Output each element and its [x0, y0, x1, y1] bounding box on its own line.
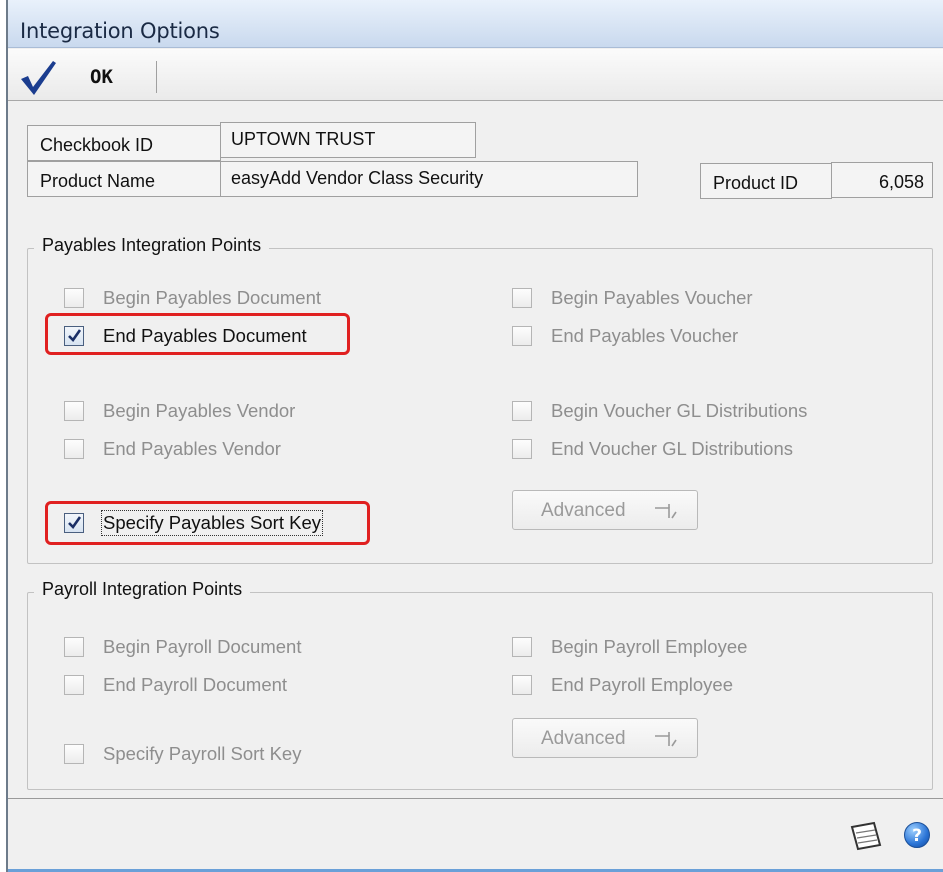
end-payroll-employee-checkbox[interactable]: End Payroll Employee	[512, 673, 733, 697]
checkbox-label: Specify Payroll Sort Key	[103, 743, 302, 764]
main-content: Checkbook ID UPTOWN TRUST Product Name e…	[8, 102, 943, 798]
checkbox-box[interactable]	[64, 744, 84, 764]
help-icon[interactable]: ?	[904, 822, 930, 848]
note-icon[interactable]	[846, 819, 886, 853]
begin-voucher-gl-distributions-checkbox[interactable]: Begin Voucher GL Distributions	[512, 399, 807, 423]
begin-payables-document-checkbox[interactable]: Begin Payables Document	[64, 286, 321, 310]
ok-button[interactable]: OK	[90, 66, 113, 88]
status-bar: ?	[8, 798, 943, 872]
checkbox-box[interactable]	[512, 326, 532, 346]
checkbox-box[interactable]	[64, 637, 84, 657]
checkmark-icon	[68, 329, 81, 343]
checkbox-box[interactable]	[64, 439, 84, 459]
checkbox-box[interactable]	[64, 401, 84, 421]
checkbox-box[interactable]	[64, 513, 84, 533]
integration-options-window: Integration Options OK Checkbook ID UPTO…	[6, 0, 943, 872]
product-id-field[interactable]: 6,058	[831, 162, 933, 198]
end-payables-vendor-checkbox[interactable]: End Payables Vendor	[64, 437, 281, 461]
checkbook-id-field[interactable]: UPTOWN TRUST	[220, 122, 476, 158]
checkbox-box[interactable]	[512, 401, 532, 421]
product-id-label: Product ID	[700, 163, 832, 199]
specify-payables-sort-key-checkbox[interactable]: Specify Payables Sort Key	[64, 510, 323, 536]
checkmark-icon[interactable]	[18, 57, 58, 97]
checkbox-label: Begin Payroll Document	[103, 636, 302, 657]
checkmark-icon	[68, 516, 81, 530]
toolbar-separator	[156, 61, 157, 93]
checkbox-label: Begin Payables Voucher	[551, 287, 753, 308]
window-title: Integration Options	[20, 19, 220, 43]
advanced-options-icon	[655, 504, 677, 519]
end-voucher-gl-distributions-checkbox[interactable]: End Voucher GL Distributions	[512, 437, 793, 461]
end-payables-document-checkbox[interactable]: End Payables Document	[64, 324, 307, 348]
payables-group-title: Payables Integration Points	[34, 235, 270, 256]
checkbox-box[interactable]	[64, 288, 84, 308]
advanced-options-icon	[655, 732, 677, 747]
end-payables-voucher-checkbox[interactable]: End Payables Voucher	[512, 324, 738, 348]
begin-payroll-employee-checkbox[interactable]: Begin Payroll Employee	[512, 635, 747, 659]
checkbox-box[interactable]	[512, 637, 532, 657]
advanced-button-label: Advanced	[541, 728, 626, 749]
checkbox-label: End Voucher GL Distributions	[551, 438, 793, 459]
checkbox-box[interactable]	[512, 675, 532, 695]
product-name-label: Product Name	[27, 161, 221, 197]
begin-payables-vendor-checkbox[interactable]: Begin Payables Vendor	[64, 399, 295, 423]
checkbox-label: Begin Payables Vendor	[103, 400, 296, 421]
checkbox-box[interactable]	[512, 288, 532, 308]
title-bar: Integration Options	[8, 0, 943, 48]
checkbox-label: Begin Payroll Employee	[551, 636, 748, 657]
checkbox-label: End Payables Voucher	[551, 325, 739, 346]
payroll-advanced-button[interactable]: Advanced	[512, 718, 698, 758]
payroll-group-title: Payroll Integration Points	[34, 579, 251, 600]
product-name-field[interactable]: easyAdd Vendor Class Security	[220, 161, 638, 197]
checkbox-label: End Payables Vendor	[103, 438, 281, 459]
checkbox-box[interactable]	[512, 439, 532, 459]
checkbox-label: Specify Payables Sort Key	[101, 510, 323, 536]
checkbook-id-label: Checkbook ID	[27, 125, 221, 161]
checkbox-box[interactable]	[64, 675, 84, 695]
toolbar: OK	[8, 49, 943, 101]
checkbox-label: End Payroll Employee	[551, 674, 734, 695]
advanced-button-label: Advanced	[541, 500, 626, 521]
end-payroll-document-checkbox[interactable]: End Payroll Document	[64, 673, 287, 697]
checkbox-label: End Payables Document	[103, 325, 307, 346]
checkbox-label: Begin Payables Document	[103, 287, 322, 308]
payables-advanced-button[interactable]: Advanced	[512, 490, 698, 530]
specify-payroll-sort-key-checkbox[interactable]: Specify Payroll Sort Key	[64, 742, 301, 766]
begin-payables-voucher-checkbox[interactable]: Begin Payables Voucher	[512, 286, 753, 310]
checkbox-label: Begin Voucher GL Distributions	[551, 400, 808, 421]
begin-payroll-document-checkbox[interactable]: Begin Payroll Document	[64, 635, 301, 659]
checkbox-label: End Payroll Document	[103, 674, 288, 695]
checkbox-box[interactable]	[64, 326, 84, 346]
